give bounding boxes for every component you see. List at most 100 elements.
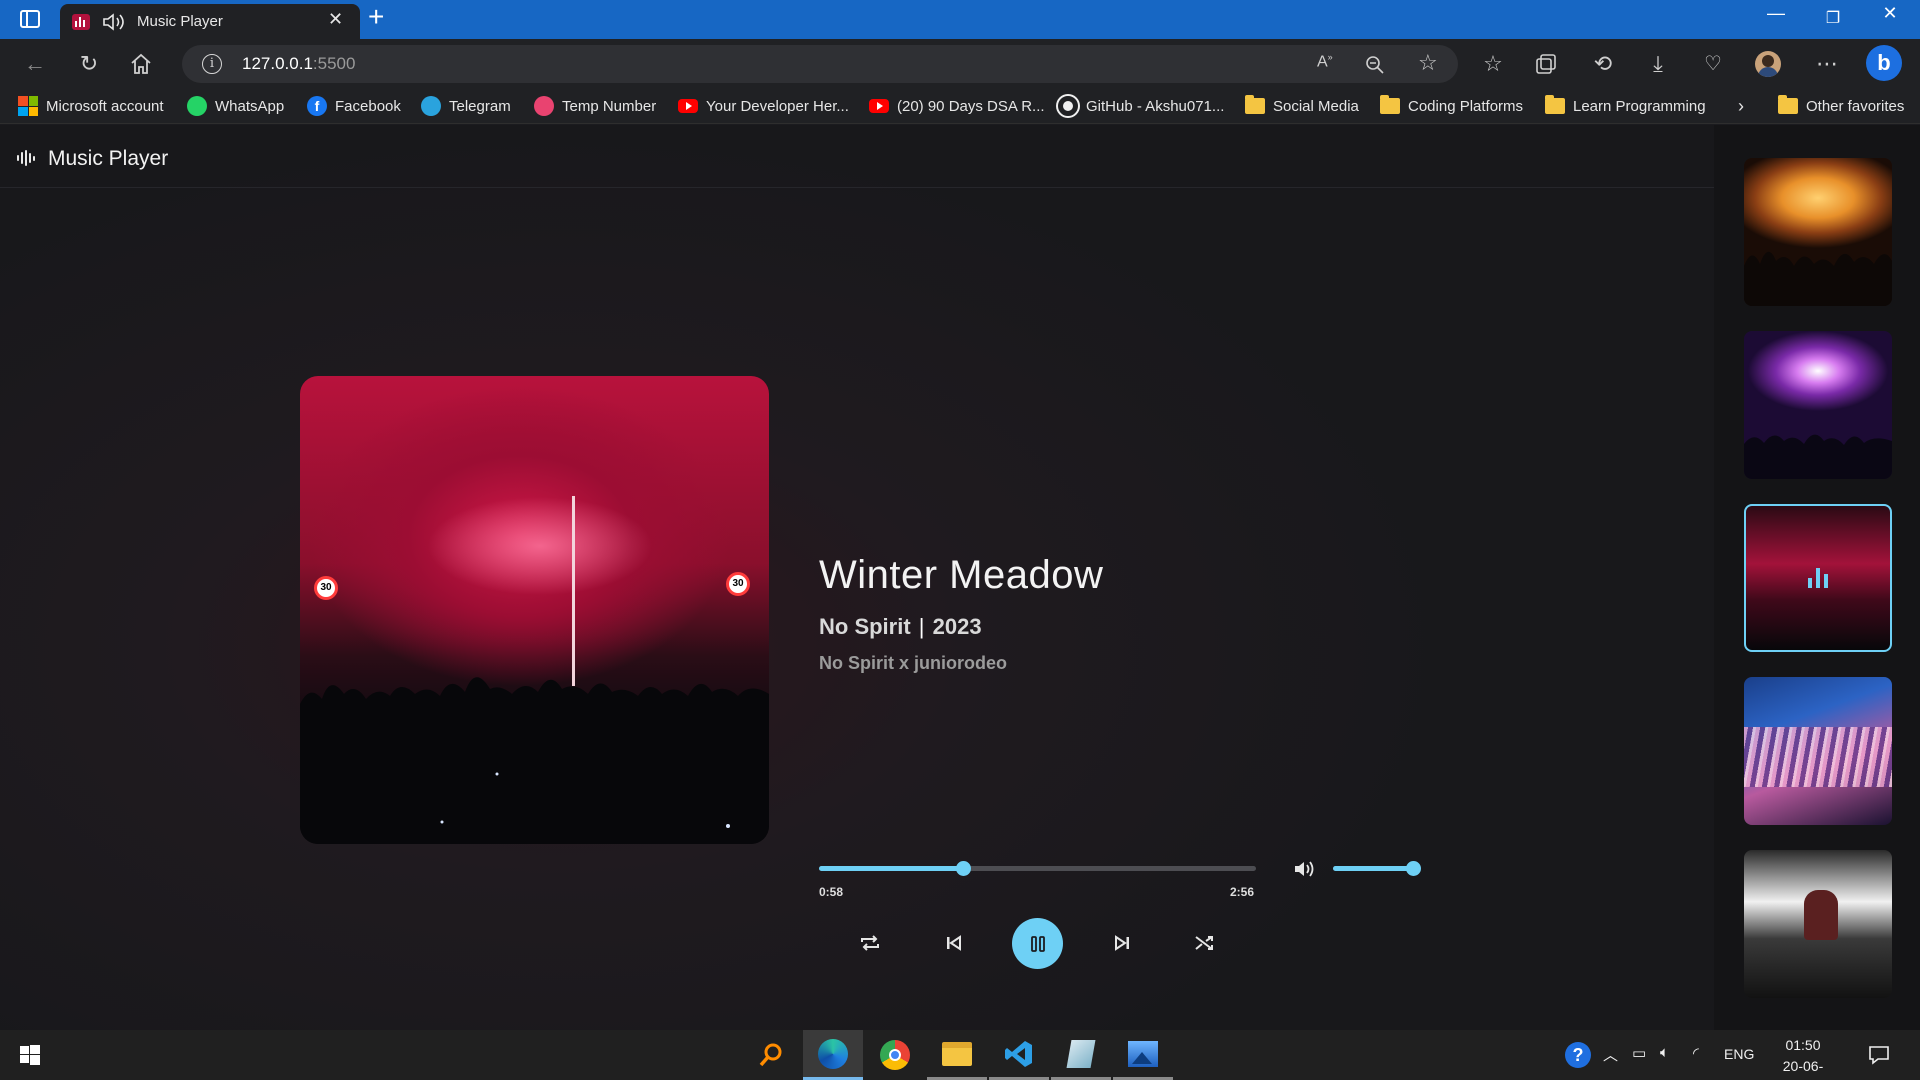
taskbar-chrome[interactable] <box>865 1030 925 1080</box>
chrome-icon <box>880 1040 910 1070</box>
bookmark-90-days-dsa[interactable]: (20) 90 Days DSA R... <box>869 95 1045 117</box>
bookmark-telegram[interactable]: Telegram <box>421 95 511 117</box>
favorite-star-icon[interactable]: ☆ <box>1418 50 1438 76</box>
profile-avatar[interactable] <box>1755 51 1781 77</box>
taskbar-vscode[interactable] <box>989 1030 1049 1080</box>
now-playing-bars-icon <box>1808 566 1830 588</box>
read-aloud-icon[interactable]: A» <box>1317 52 1333 71</box>
language-indicator[interactable]: ENG <box>1724 1046 1754 1062</box>
previous-button[interactable] <box>934 923 974 963</box>
youtube-icon <box>869 99 889 113</box>
taskbar-clock[interactable]: 01:50 20-06-2023 <box>1768 1035 1838 1080</box>
bookmark-label: Coding Platforms <box>1408 97 1524 115</box>
bookmark-label: Social Media <box>1273 97 1359 115</box>
shuffle-button[interactable] <box>1185 923 1225 963</box>
folder-icon <box>1380 95 1400 114</box>
bookmark-label: GitHub - Akshu071... <box>1086 97 1225 115</box>
file-explorer-icon <box>942 1041 972 1066</box>
battery-icon[interactable]: ▭ <box>1632 1044 1646 1062</box>
back-icon[interactable]: ← <box>20 49 50 79</box>
notes-app-icon <box>1066 1039 1096 1068</box>
bookmark-facebook[interactable]: f Facebook <box>307 95 401 117</box>
play-pause-button[interactable] <box>1012 918 1063 969</box>
repeat-icon <box>861 935 879 951</box>
next-button[interactable] <box>1102 923 1142 963</box>
bookmarks-overflow-chevron-icon[interactable]: › <box>1738 95 1744 117</box>
bookmark-label: Microsoft account <box>46 97 164 115</box>
tab-title: Music Player <box>137 13 223 30</box>
search-icon <box>759 1043 782 1067</box>
bookmark-whatsapp[interactable]: WhatsApp <box>187 95 284 117</box>
restore-icon[interactable]: ❐ <box>1810 8 1856 28</box>
playlist-item-5[interactable] <box>1744 850 1892 998</box>
bookmark-label: Your Developer Her... <box>706 97 849 115</box>
refresh-icon[interactable]: ↻ <box>74 49 104 79</box>
home-icon[interactable] <box>130 53 152 75</box>
bookmark-your-developer[interactable]: Your Developer Her... <box>678 95 849 117</box>
duration: 2:56 <box>1230 885 1255 899</box>
window-close-icon[interactable]: ✕ <box>1867 3 1913 24</box>
playlist-item-3-active[interactable] <box>1744 504 1892 652</box>
song-artist-year: No Spirit | 2023 <box>819 614 982 640</box>
wifi-icon[interactable]: ◜ <box>1693 1044 1699 1062</box>
shuffle-icon <box>1195 936 1213 950</box>
bookmark-folder-social-media[interactable]: Social Media <box>1245 95 1359 117</box>
notifications-icon[interactable] <box>1868 1045 1890 1065</box>
app-title: Music Player <box>48 147 169 170</box>
tab-close-icon[interactable]: ✕ <box>328 9 343 30</box>
windows-taskbar: ? ︿ ▭ 🔈︎ ◜ ENG 01:50 20-06-2023 <box>0 1030 1920 1080</box>
address-bar[interactable]: i 127.0.0.1:5500 A» ☆ <box>182 45 1458 83</box>
whatsapp-icon <box>187 96 207 116</box>
start-button[interactable] <box>0 1030 60 1080</box>
more-menu-icon[interactable]: ⋯ <box>1812 49 1842 79</box>
progress-slider[interactable] <box>819 861 1256 876</box>
help-icon[interactable]: ? <box>1565 1042 1591 1068</box>
speaker-icon[interactable]: 🔈︎ <box>1660 1044 1669 1061</box>
bookmark-temp-number[interactable]: Temp Number <box>534 95 656 117</box>
taskbar-photos[interactable] <box>1113 1030 1173 1080</box>
downloads-icon[interactable]: ⤓ <box>1643 49 1673 79</box>
separator: | <box>918 614 925 639</box>
music-player-page: Music Player 30 30 Winter Meadow No Spir… <box>0 125 1920 1030</box>
progress-thumb[interactable] <box>956 861 972 876</box>
collections-icon[interactable] <box>1535 53 1557 75</box>
taskbar-file-explorer[interactable] <box>927 1030 987 1080</box>
playlist-sidebar <box>1714 125 1920 1030</box>
bookmark-label: WhatsApp <box>215 97 285 115</box>
volume-icon[interactable] <box>1293 859 1315 879</box>
volume-slider[interactable] <box>1333 861 1421 876</box>
playlist-item-4[interactable] <box>1744 677 1892 825</box>
minimize-icon[interactable]: — <box>1753 3 1799 24</box>
zoom-icon[interactable] <box>1365 55 1385 75</box>
workspaces-icon[interactable] <box>20 10 40 28</box>
taskbar-search[interactable] <box>741 1030 801 1080</box>
browser-tab[interactable]: Music Player ✕ <box>60 4 360 39</box>
taskbar-app-notes[interactable] <box>1051 1030 1111 1080</box>
bookmark-folder-learn-programming[interactable]: Learn Programming <box>1545 95 1706 117</box>
song-title: Winter Meadow <box>819 553 1104 597</box>
site-info-icon[interactable]: i <box>202 54 222 74</box>
app-header: Music Player <box>0 125 1714 188</box>
bookmark-github[interactable]: GitHub - Akshu071... <box>1058 95 1224 117</box>
song-artist: No Spirit <box>819 614 911 639</box>
folder-icon <box>1245 95 1265 114</box>
telegram-icon <box>421 96 441 116</box>
playlist-item-2[interactable] <box>1744 331 1892 479</box>
repeat-button[interactable] <box>850 923 890 963</box>
favorites-icon[interactable]: ☆ <box>1478 49 1508 79</box>
bookmark-microsoft-account[interactable]: Microsoft account <box>18 95 164 117</box>
bookmark-folder-coding-platforms[interactable]: Coding Platforms <box>1380 95 1523 117</box>
tray-overflow-chevron-icon[interactable]: ︿ <box>1603 1044 1618 1065</box>
performance-icon[interactable]: ♡ <box>1698 49 1728 79</box>
taskbar-edge[interactable] <box>803 1030 863 1080</box>
new-tab-icon[interactable]: + <box>368 1 384 33</box>
bing-copilot-icon[interactable]: b <box>1866 45 1902 81</box>
history-icon[interactable]: ⟲ <box>1588 49 1618 79</box>
url-text[interactable]: 127.0.0.1:5500 <box>242 54 355 74</box>
tab-audio-icon[interactable] <box>102 12 126 32</box>
song-year: 2023 <box>932 614 982 639</box>
bookmark-label: Other favorites <box>1806 97 1905 115</box>
bookmark-other-favorites[interactable]: Other favorites <box>1778 95 1904 117</box>
volume-thumb[interactable] <box>1406 861 1421 876</box>
playlist-item-1[interactable] <box>1744 158 1892 306</box>
